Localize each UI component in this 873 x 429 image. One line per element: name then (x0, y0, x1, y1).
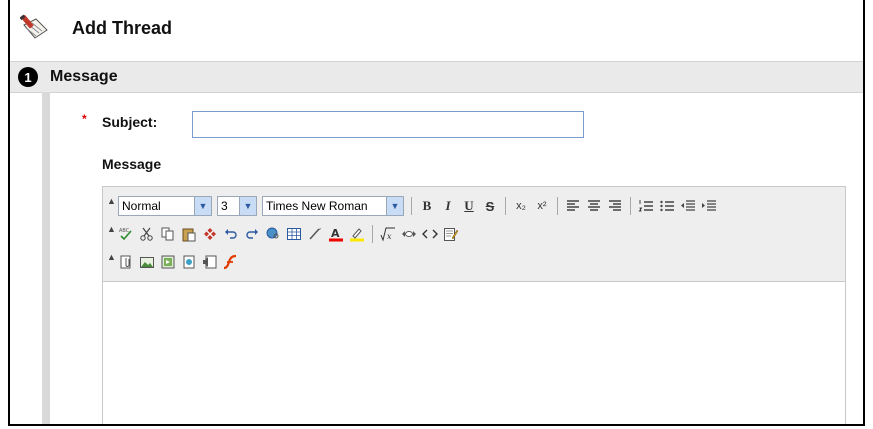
bullet-list-icon[interactable] (659, 198, 675, 214)
editor-toolbar: ▲ Normal ▼ 3 ▼ Times New Roman ▼ B I U S (103, 187, 845, 282)
preview-icon[interactable] (443, 226, 459, 242)
notepad-pen-icon (20, 14, 48, 39)
align-center-icon[interactable] (586, 198, 602, 214)
insert-document-icon[interactable] (181, 254, 197, 270)
toolbar-grip-icon[interactable]: ▲ (107, 253, 116, 262)
math-equation-icon[interactable]: x (380, 226, 396, 242)
indent-icon[interactable] (701, 198, 717, 214)
strikethrough-button[interactable]: S (482, 197, 498, 215)
numbered-list-icon[interactable] (638, 198, 654, 214)
subscript-button[interactable]: x₂ (513, 197, 529, 215)
message-label: Message (102, 156, 162, 172)
insert-audio-icon[interactable] (202, 254, 218, 270)
subject-input[interactable] (192, 111, 584, 138)
superscript-button[interactable]: x² (534, 197, 550, 215)
toolbar-row-3: ▲ (107, 251, 239, 273)
horizontal-rule-icon[interactable] (307, 226, 323, 242)
bold-button[interactable]: B (419, 197, 435, 215)
font-size-select[interactable]: 3 ▼ (217, 196, 257, 216)
redo-icon[interactable] (244, 226, 260, 242)
underline-button[interactable]: U (461, 197, 477, 215)
paragraph-style-select[interactable]: Normal ▼ (118, 196, 212, 216)
spellcheck-icon[interactable]: ABC (118, 226, 134, 242)
insert-media-icon[interactable] (160, 254, 176, 270)
section-title: Message (50, 68, 118, 85)
chevron-down-icon: ▼ (239, 197, 256, 215)
align-left-icon[interactable] (565, 198, 581, 214)
section-indent-rule (42, 92, 50, 424)
insert-table-icon[interactable] (286, 226, 302, 242)
rich-text-editor: ▲ Normal ▼ 3 ▼ Times New Roman ▼ B I U S (102, 186, 846, 424)
toolbar-grip-icon[interactable]: ▲ (107, 225, 116, 234)
toolbar-separator (630, 197, 631, 215)
html-source-icon[interactable] (422, 226, 438, 242)
undo-icon[interactable] (223, 226, 239, 242)
toolbar-separator (372, 225, 373, 243)
copy-icon[interactable] (160, 226, 176, 242)
insert-flash-icon[interactable] (223, 254, 239, 270)
subject-label: Subject: (102, 114, 158, 130)
chevron-down-icon: ▼ (386, 197, 403, 215)
font-family-select[interactable]: Times New Roman ▼ (262, 196, 404, 216)
toolbar-separator (505, 197, 506, 215)
chevron-down-icon: ▼ (194, 197, 211, 215)
italic-button[interactable]: I (440, 197, 456, 215)
section-header-message: 1 Message (10, 61, 863, 93)
align-right-icon[interactable] (607, 198, 623, 214)
toolbar-separator (557, 197, 558, 215)
embed-media-icon[interactable] (401, 226, 417, 242)
editor-content-area[interactable] (103, 282, 845, 424)
svg-text:A: A (331, 227, 340, 240)
attach-file-icon[interactable] (118, 254, 134, 270)
step-number-badge: 1 (18, 67, 38, 87)
page-title: Add Thread (72, 17, 173, 38)
svg-text:x: x (387, 232, 392, 241)
remove-format-icon[interactable] (202, 226, 218, 242)
toolbar-row-2: ▲ ABC A x (107, 223, 459, 245)
text-color-icon[interactable]: A (328, 226, 344, 242)
paste-icon[interactable] (181, 226, 197, 242)
insert-link-icon[interactable] (265, 226, 281, 242)
add-thread-page: Add Thread 1 Message * Subject: Message … (8, 0, 865, 426)
insert-image-icon[interactable] (139, 254, 155, 270)
highlight-color-icon[interactable] (349, 226, 365, 242)
outdent-icon[interactable] (680, 198, 696, 214)
cut-icon[interactable] (139, 226, 155, 242)
toolbar-separator (411, 197, 412, 215)
toolbar-grip-icon[interactable]: ▲ (107, 197, 116, 206)
page-header: Add Thread (10, 0, 863, 56)
required-marker: * (82, 112, 87, 126)
toolbar-row-1: ▲ Normal ▼ 3 ▼ Times New Roman ▼ B I U S (107, 195, 717, 217)
